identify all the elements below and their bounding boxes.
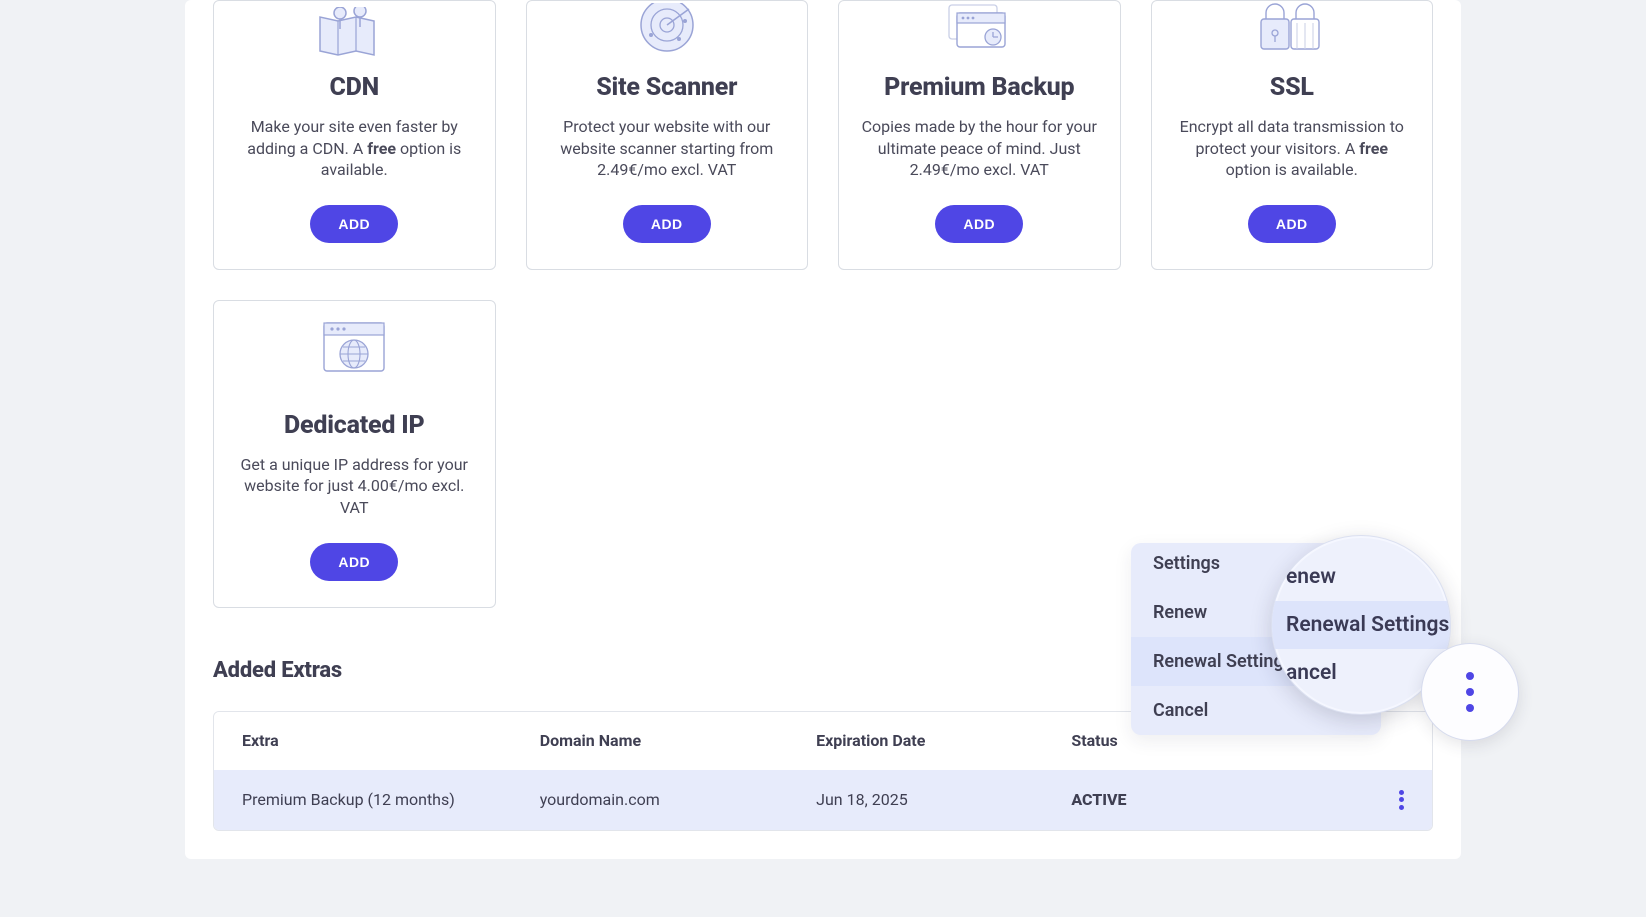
added-extras-heading: Added Extras <box>213 658 1433 683</box>
col-status: Status <box>1071 731 1284 750</box>
card-title: Dedicated IP <box>284 411 425 440</box>
add-premium-backup-button[interactable]: ADD <box>935 205 1023 243</box>
extras-panel: CDN Make your site even faster by adding… <box>185 0 1461 859</box>
padlock-pair-icon <box>1255 1 1329 57</box>
add-cdn-button[interactable]: ADD <box>310 205 398 243</box>
card-desc: Get a unique IP address for your website… <box>234 454 475 519</box>
radar-icon <box>635 1 699 57</box>
card-title: Premium Backup <box>884 73 1074 102</box>
card-desc: Copies made by the hour for your ultimat… <box>859 116 1100 181</box>
cell-extra: Premium Backup (12 months) <box>242 790 540 809</box>
cdn-map-icon <box>316 1 392 57</box>
add-dedicated-ip-button[interactable]: ADD <box>310 543 398 581</box>
cell-expiry: Jun 18, 2025 <box>816 790 1071 809</box>
col-expiry: Expiration Date <box>816 731 1071 750</box>
col-domain: Domain Name <box>540 731 816 750</box>
card-title: Site Scanner <box>596 73 737 102</box>
row-actions-kebab-icon[interactable] <box>1399 790 1404 810</box>
extra-card-cdn: CDN Make your site even faster by adding… <box>213 0 496 270</box>
add-ssl-button[interactable]: ADD <box>1248 205 1336 243</box>
card-desc: Protect your website with our website sc… <box>547 116 788 181</box>
col-extra: Extra <box>242 731 540 750</box>
backup-stack-icon <box>939 1 1019 57</box>
table-row: Premium Backup (12 months) yourdomain.co… <box>214 770 1432 830</box>
added-extras-table: Extra Domain Name Expiration Date Status… <box>213 711 1433 831</box>
card-desc: Encrypt all data transmission to protect… <box>1172 116 1413 181</box>
cell-domain: yourdomain.com <box>540 790 816 809</box>
globe-window-icon <box>321 305 387 395</box>
card-title: CDN <box>329 73 379 102</box>
extra-card-dedicated-ip: Dedicated IP Get a unique IP address for… <box>213 300 496 608</box>
card-title: SSL <box>1270 73 1314 102</box>
add-site-scanner-button[interactable]: ADD <box>623 205 711 243</box>
cell-status: ACTIVE <box>1071 790 1284 809</box>
extra-card-site-scanner: Site Scanner Protect your website with o… <box>526 0 809 270</box>
extra-card-premium-backup: Premium Backup Copies made by the hour f… <box>838 0 1121 270</box>
card-desc: Make your site even faster by adding a C… <box>234 116 475 181</box>
extra-card-ssl: SSL Encrypt all data transmission to pro… <box>1151 0 1434 270</box>
